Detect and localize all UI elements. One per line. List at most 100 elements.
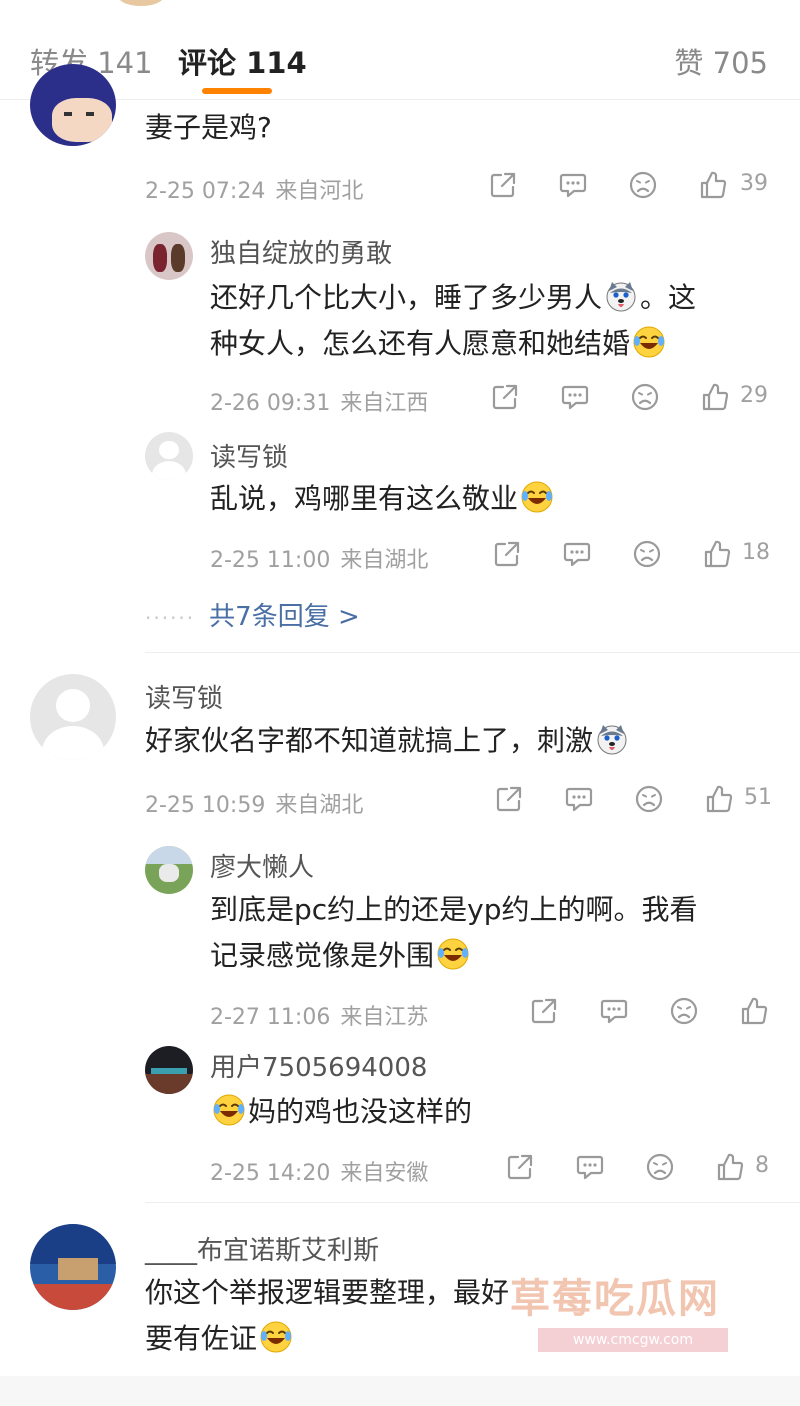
- reply-text: 乱说，鸡哪里有这么敬业: [210, 476, 556, 522]
- tab-like[interactable]: 赞 705: [674, 40, 768, 82]
- avatar[interactable]: [145, 1046, 193, 1094]
- tab-active-indicator: [202, 88, 272, 94]
- reply-text-line: 。这: [640, 281, 697, 314]
- avatar[interactable]: [145, 846, 193, 894]
- share-icon[interactable]: [529, 996, 559, 1026]
- comment-text: 妻子是鸡?: [145, 111, 272, 144]
- share-icon[interactable]: [505, 1152, 535, 1182]
- comment-icon[interactable]: [558, 170, 588, 200]
- reply-time: 2-27 11:06: [210, 1005, 331, 1030]
- reply-username[interactable]: 读写锁: [210, 437, 288, 474]
- like-count: 29: [740, 383, 768, 408]
- dislike-icon[interactable]: [630, 382, 660, 412]
- emoji-laugh-cry-icon: [632, 325, 666, 359]
- comment-time: 2-25 07:24: [145, 179, 266, 204]
- reply-actions: 18: [492, 539, 782, 571]
- comment-meta: 2-25 10:59 来自湖北: [145, 787, 363, 819]
- comment-icon[interactable]: [562, 539, 592, 569]
- comment-actions: 39: [488, 170, 778, 202]
- share-icon[interactable]: [492, 539, 522, 569]
- reply-time: 2-25 11:00: [210, 548, 331, 573]
- comment-text-line: 好家伙名字都不知道就搞上了，刺激: [145, 724, 594, 757]
- dislike-icon[interactable]: [669, 996, 699, 1026]
- share-icon[interactable]: [494, 784, 524, 814]
- dislike-icon[interactable]: [628, 170, 658, 200]
- partial-avatar: [118, 0, 164, 6]
- more-dots: ······: [145, 606, 196, 630]
- watermark: 草莓吃瓜网: [510, 1276, 720, 1322]
- avatar-landscape: [145, 1074, 193, 1094]
- thumbs-up-icon[interactable]: [704, 784, 734, 814]
- thumbs-up-icon[interactable]: [700, 382, 730, 412]
- share-icon[interactable]: [488, 170, 518, 200]
- reply-location: 来自江苏: [340, 1005, 429, 1030]
- reply-text-line: 乱说，鸡哪里有这么敬业: [210, 482, 519, 515]
- avatar-eye: [86, 112, 94, 116]
- reply-username[interactable]: 独自绽放的勇敢: [210, 233, 392, 270]
- comment-username[interactable]: ____布宜诺斯艾利斯: [145, 1230, 379, 1267]
- avatar[interactable]: [30, 1224, 116, 1310]
- reply-text-line: 妈的鸡也没这样的: [248, 1095, 473, 1128]
- reply-text-line: 到底是pc约上的还是yp约上的啊。我看: [210, 893, 698, 926]
- avatar[interactable]: [145, 432, 193, 480]
- comment-icon[interactable]: [560, 382, 590, 412]
- dislike-icon[interactable]: [632, 539, 662, 569]
- reply-meta: 2-27 11:06 来自江苏: [210, 999, 428, 1031]
- avatar-building: [58, 1258, 98, 1280]
- reply-time: 2-26 09:31: [210, 391, 331, 416]
- reply-time: 2-25 14:20: [210, 1161, 331, 1186]
- avatar-face: [52, 98, 112, 142]
- comment-text-line: 你这个举报逻辑要整理，最好: [145, 1276, 510, 1309]
- reply-meta: 2-25 14:20 来自安徽: [210, 1155, 428, 1187]
- watermark-url: www.cmcgw.com: [538, 1328, 728, 1352]
- tab-comment[interactable]: 评论 114: [178, 40, 307, 82]
- bottom-bar: [0, 1376, 800, 1406]
- avatar[interactable]: [145, 232, 193, 280]
- thumbs-up-icon[interactable]: [739, 996, 769, 1026]
- emoji-laugh-cry-icon: [212, 1093, 246, 1127]
- reply-location: 来自江西: [340, 391, 429, 416]
- like-count: 18: [742, 540, 770, 565]
- reply-text: 到底是pc约上的还是yp约上的啊。我看 记录感觉像是外围: [210, 887, 770, 979]
- avatar-sky: [145, 846, 193, 864]
- comment-icon[interactable]: [575, 1152, 605, 1182]
- avatar[interactable]: [30, 64, 116, 146]
- reply-text-line: 还好几个比大小，睡了多少男人: [210, 281, 603, 314]
- reply-text-line: 记录感觉像是外围: [210, 939, 435, 972]
- reply-username[interactable]: 用户7505694008: [210, 1047, 427, 1084]
- divider: [145, 652, 800, 653]
- emoji-husky-icon: [595, 722, 629, 756]
- thumbs-up-icon[interactable]: [715, 1152, 745, 1182]
- avatar-figure: [159, 864, 179, 882]
- like-count: 39: [740, 171, 768, 196]
- comment-username[interactable]: 读写锁: [145, 678, 223, 715]
- comment-icon[interactable]: [564, 784, 594, 814]
- avatar-eye: [64, 112, 72, 116]
- more-replies-link[interactable]: ······ 共7条回复 >: [145, 596, 360, 633]
- reply-location: 来自安徽: [340, 1161, 429, 1186]
- reply-username[interactable]: 廖大懒人: [210, 847, 314, 884]
- avatar-figure: [153, 244, 167, 272]
- like-count: 51: [744, 785, 772, 810]
- comment-text-line: 要有佐证: [145, 1322, 258, 1355]
- reply-location: 来自湖北: [340, 548, 429, 573]
- thumbs-up-icon[interactable]: [698, 170, 728, 200]
- comment-icon[interactable]: [599, 996, 629, 1026]
- comment-time: 2-25 10:59: [145, 793, 266, 818]
- share-icon[interactable]: [490, 382, 520, 412]
- dislike-icon[interactable]: [645, 1152, 675, 1182]
- reply-text: 还好几个比大小，睡了多少男人 。这 种女人，怎么还有人愿意和她结婚: [210, 275, 770, 367]
- tab-bar: 转发 141 评论 114 赞 705: [0, 22, 800, 100]
- avatar[interactable]: [30, 674, 116, 760]
- avatar-horizon: [151, 1068, 187, 1074]
- comment-actions: 51: [494, 784, 784, 816]
- dislike-icon[interactable]: [634, 784, 664, 814]
- avatar-figure: [171, 244, 185, 272]
- emoji-husky-icon: [604, 279, 638, 313]
- thumbs-up-icon[interactable]: [702, 539, 732, 569]
- top-strip: [0, 0, 800, 14]
- reply-actions: 8: [505, 1152, 785, 1184]
- more-replies-label: 共7条回复 >: [209, 602, 360, 632]
- like-count: 8: [755, 1153, 769, 1178]
- avatar-ground: [30, 1284, 116, 1310]
